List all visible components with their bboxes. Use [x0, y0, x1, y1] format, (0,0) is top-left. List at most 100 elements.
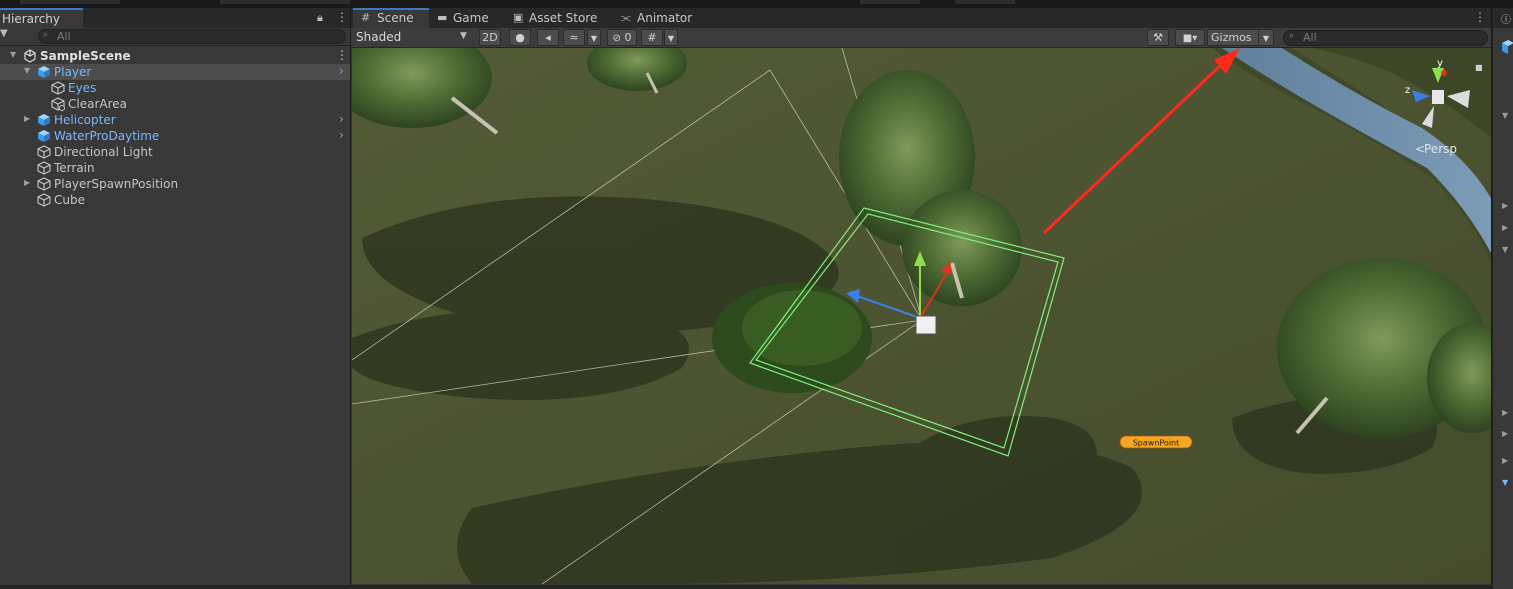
inspector-tab[interactable]: ⓘ	[1493, 8, 1513, 28]
search-icon: ⌕	[1289, 31, 1295, 41]
foldout-arrow-icon[interactable]: ▼	[1502, 478, 1508, 487]
gameobject-cube-icon	[37, 145, 51, 159]
speaker-icon: ◂	[545, 31, 551, 44]
hierarchy-item-label: Eyes	[68, 81, 97, 95]
hierarchy-item-label: Terrain	[54, 161, 95, 175]
draw-mode-label: Shaded	[356, 30, 402, 44]
hierarchy-item-label: Helicopter	[54, 113, 116, 127]
search-placeholder: All	[1303, 31, 1317, 44]
collapse-arrow-icon[interactable]: ▶	[24, 178, 30, 187]
expand-arrow-icon[interactable]: ▼	[24, 66, 30, 75]
foldout-arrow-icon[interactable]: ▼	[1502, 245, 1508, 254]
panel-menu-icon[interactable]: ⋮	[1474, 10, 1486, 24]
hierarchy-item-eyes[interactable]: Eyes	[0, 80, 350, 96]
animator-icon: ⫘	[621, 11, 631, 24]
grid-toggle[interactable]: #	[641, 29, 663, 46]
tools-icon: ⚒	[1153, 31, 1163, 44]
lock-icon[interactable]: 🔒︎	[317, 11, 323, 25]
scene-panel: # Scene ▬ Game ▣ Asset Store ⫘ Animator …	[351, 8, 1491, 585]
gizmos-dropdown[interactable]: ▼	[1258, 29, 1274, 46]
hierarchy-item-playerspawnposition[interactable]: ▶ PlayerSpawnPosition	[0, 176, 350, 192]
top-strip-segment	[955, 0, 1015, 4]
axis-z-label: z	[1405, 85, 1410, 96]
collapse-arrow-icon[interactable]: ▶	[24, 114, 30, 123]
hierarchy-item-waterprodaytime[interactable]: WaterProDaytime ›	[0, 128, 350, 144]
foldout-arrow-icon[interactable]: ▶	[1502, 456, 1508, 465]
foldout-arrow-icon[interactable]: ▶	[1502, 201, 1508, 210]
lightbulb-icon: ●	[515, 31, 525, 44]
foldout-arrow-icon[interactable]: ▶	[1502, 429, 1508, 438]
panel-menu-icon[interactable]: ⋮	[336, 10, 348, 24]
scene-render: SpawnPoint y z ■ < Persp	[352, 48, 1491, 584]
foldout-arrow-icon[interactable]: ▶	[1502, 223, 1508, 232]
scene-search-input[interactable]: ⌕ All	[1283, 30, 1488, 46]
gameobject-cube-icon	[37, 193, 51, 207]
scene-name: SampleScene	[40, 49, 131, 63]
top-strip-segment	[860, 0, 920, 4]
bag-icon: ▣	[513, 11, 524, 24]
hierarchy-tab[interactable]: Hierarchy	[0, 8, 83, 28]
hierarchy-item-cube[interactable]: Cube	[0, 192, 350, 208]
prefab-cube-icon	[38, 66, 50, 78]
gizmos-label: Gizmos	[1211, 31, 1252, 44]
camera-settings-button[interactable]: ■▾	[1175, 29, 1205, 46]
tab-asset-store[interactable]: ▣ Asset Store	[505, 8, 611, 28]
tab-label: Scene	[377, 11, 414, 25]
grid-dropdown[interactable]: ▼	[664, 29, 678, 46]
effects-dropdown[interactable]: ▼	[587, 29, 601, 46]
scene-menu-icon[interactable]: ⋮	[336, 48, 348, 62]
projection-label[interactable]: Persp	[1424, 142, 1457, 156]
scene-toolbar: Shaded ▼ 2D ● ◂ ≈ ▼ ⊘ 0 # ▼ ⚒ ■▾ Gizmos …	[351, 28, 1491, 48]
toggle-2d-button[interactable]: 2D	[479, 29, 501, 46]
top-strip-segment	[20, 0, 120, 4]
hierarchy-item-directional-light[interactable]: Directional Light	[0, 144, 350, 160]
grid-icon: #	[361, 11, 371, 24]
inspector-panel-edge: ⓘ ▼ ▶ ▶ ▼ ▶ ▶ ▶ ▼	[1492, 8, 1513, 589]
hidden-count: 0	[624, 31, 632, 44]
hierarchy-item-terrain[interactable]: Terrain	[0, 160, 350, 176]
hierarchy-item-label: WaterProDaytime	[54, 129, 160, 143]
scene-viewport[interactable]: SpawnPoint y z ■ < Persp	[352, 48, 1491, 584]
gamepad-icon: ▬	[437, 11, 448, 24]
hierarchy-item-helicopter[interactable]: ▶ Helicopter ›	[0, 112, 350, 128]
scene-visibility-toggle[interactable]: ⊘ 0	[607, 29, 637, 46]
top-strip-segment	[220, 0, 350, 4]
unity-scene-icon	[24, 49, 36, 63]
spawn-point-label: SpawnPoint	[1133, 439, 1180, 448]
info-icon: ⓘ	[1501, 15, 1511, 26]
hierarchy-item-player[interactable]: ▼ Player ›	[0, 64, 350, 80]
hierarchy-item-label: Directional Light	[54, 145, 153, 159]
tab-game[interactable]: ▬ Game	[429, 8, 505, 28]
hierarchy-item-label: Player	[54, 65, 92, 79]
lighting-toggle[interactable]: ●	[509, 29, 531, 46]
tab-label: Asset Store	[529, 11, 598, 25]
hierarchy-tab-bar: Hierarchy 🔒︎ ⋮	[0, 8, 350, 28]
audio-toggle[interactable]: ◂	[537, 29, 559, 46]
tools-button[interactable]: ⚒	[1147, 29, 1169, 46]
orientation-lock-icon[interactable]: ■	[1475, 63, 1483, 72]
tab-animator[interactable]: ⫘ Animator	[613, 8, 703, 28]
foldout-arrow-icon[interactable]: ▼	[1502, 111, 1508, 120]
gameobject-cube-icon	[51, 97, 65, 111]
gameobject-cube-icon	[51, 81, 65, 95]
hierarchy-toolbar: ▼ ⌕ All	[0, 28, 350, 46]
hierarchy-search-input[interactable]: ⌕ All	[38, 29, 346, 44]
hierarchy-item-cleararea[interactable]: ClearArea	[0, 96, 350, 112]
grass-patch	[712, 283, 872, 393]
hierarchy-item-label: Cube	[54, 193, 85, 207]
scene-root-row[interactable]: ▼ SampleScene ⋮	[0, 48, 350, 64]
effects-toggle[interactable]: ≈	[563, 29, 585, 46]
dropdown-arrow-icon: ▼	[460, 31, 467, 41]
foldout-arrow-icon[interactable]: ▶	[1502, 408, 1508, 417]
create-dropdown-icon[interactable]: ▼	[0, 28, 8, 39]
chevron-right-icon[interactable]: ›	[339, 64, 344, 78]
toggle-2d-label: 2D	[482, 31, 498, 44]
tab-scene[interactable]: # Scene	[353, 8, 429, 28]
draw-mode-dropdown[interactable]: Shaded ▼	[354, 29, 471, 46]
chevron-right-icon[interactable]: ›	[339, 112, 344, 126]
hierarchy-panel: Hierarchy 🔒︎ ⋮ ▼ ⌕ All ▼ SampleScene ⋮ ▼…	[0, 8, 350, 585]
chevron-right-icon[interactable]: ›	[339, 128, 344, 142]
camera-icon: ■▾	[1182, 33, 1198, 44]
scene-tab-bar: # Scene ▬ Game ▣ Asset Store ⫘ Animator …	[351, 8, 1491, 28]
expand-arrow-icon[interactable]: ▼	[10, 50, 16, 59]
